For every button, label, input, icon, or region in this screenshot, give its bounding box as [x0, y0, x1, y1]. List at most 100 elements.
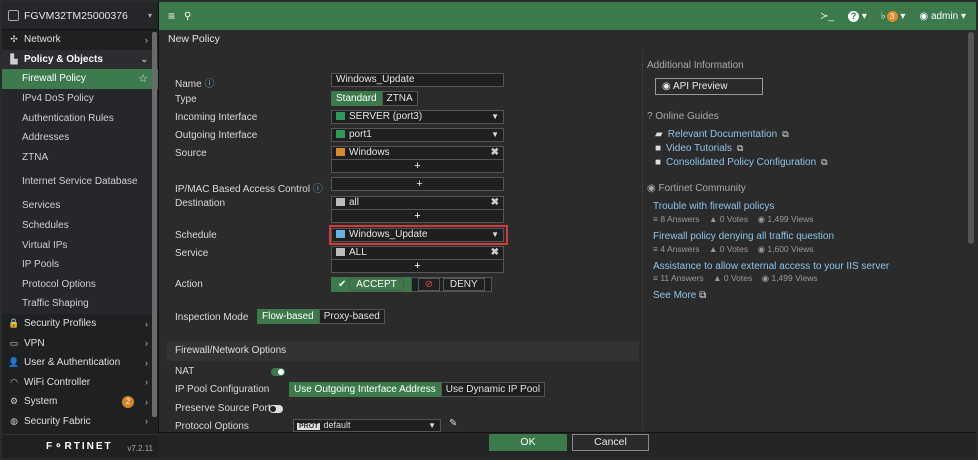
source-add-button[interactable]: +: [331, 160, 504, 173]
community-question[interactable]: Firewall policy denying all traffic ques…: [653, 231, 834, 242]
incoming-interface-select[interactable]: SERVER (port3) ▼: [331, 110, 504, 124]
fortinet-logo: F⚬RTINET v7.2.11: [2, 434, 159, 458]
book-icon: ▰: [655, 129, 663, 140]
sidebar-item[interactable]: ◠ WiFi Controller ›: [2, 373, 158, 393]
ipmac-add-button[interactable]: +: [331, 177, 504, 191]
sidebar-item[interactable]: Traffic Shaping: [2, 294, 158, 314]
source-field[interactable]: Windows ✖: [331, 146, 504, 160]
name-input[interactable]: Windows_Update: [331, 73, 504, 87]
page-title: New Policy: [168, 33, 220, 45]
sidebar-item[interactable]: ◍ Security Fabric ›: [2, 412, 158, 432]
outgoing-interface-select[interactable]: port1 ▼: [331, 128, 504, 142]
action-label: Action: [175, 279, 203, 290]
sidebar-item-label: VPN: [24, 337, 45, 349]
sidebar-item[interactable]: Schedules: [2, 215, 158, 236]
notifications-button[interactable]: ♭ 3 ▾: [881, 10, 905, 22]
sidebar-item[interactable]: Protocol Options: [2, 274, 158, 295]
service-add-button[interactable]: +: [331, 260, 504, 273]
destination-field[interactable]: all ✖: [331, 196, 504, 210]
device-icon: [8, 10, 19, 21]
community-heading: ◉ Fortinet Community: [647, 183, 746, 194]
chevron-icon: ›: [145, 318, 148, 329]
sidebar-item[interactable]: 👤 User & Authentication ›: [2, 353, 158, 373]
user-menu[interactable]: ◉ admin ▾: [919, 11, 966, 22]
sidebar-item-label: Schedules: [22, 220, 69, 232]
chevron-down-icon[interactable]: ▾: [148, 11, 152, 20]
ip-pool-outgoing[interactable]: Use Outgoing Interface Address: [289, 382, 441, 397]
sidebar-item-label: Security Profiles: [24, 318, 97, 330]
deny-icon: ⊘: [417, 278, 441, 291]
inspection-mode-toggle: Flow-based Proxy-based: [257, 309, 385, 324]
sidebar-item-label: IP Pools: [22, 259, 60, 271]
sidebar-nav: ✣ Network › ▙ Policy & Objects ⌄ Firewall Poli…: [2, 30, 158, 431]
cli-icon[interactable]: ≻_: [820, 11, 834, 22]
ok-button[interactable]: OK: [489, 434, 567, 451]
version-label: v7.2.11: [127, 444, 153, 453]
action-accept[interactable]: ✔ ACCEPT: [331, 277, 411, 292]
schedule-label: Schedule: [175, 230, 217, 241]
type-ztna[interactable]: ZTNA: [381, 91, 418, 106]
sidebar-item-label: WiFi Controller: [24, 376, 91, 388]
protocol-options-select[interactable]: PROT default ▼: [293, 419, 441, 432]
ip-pool-dynamic[interactable]: Use Dynamic IP Pool: [440, 382, 546, 397]
preserve-source-port-toggle[interactable]: [269, 405, 283, 413]
scrollbar-thumb[interactable]: [152, 32, 157, 417]
type-standard[interactable]: Standard: [331, 91, 382, 106]
sidebar-item[interactable]: Internet Service Database: [2, 167, 158, 197]
address-group-icon: [336, 148, 345, 156]
sidebar-item[interactable]: Firewall Policy ☆: [2, 69, 158, 89]
sidebar-item[interactable]: 🔒 Security Profiles ›: [2, 314, 158, 334]
sidebar-item[interactable]: Addresses: [2, 127, 158, 148]
favorite-star-icon[interactable]: ☆: [138, 72, 148, 85]
top-bar: ≡ ⚲ ≻_ ? ▾ ♭ 3 ▾ ◉ admin ▾: [159, 2, 976, 30]
sidebar-item[interactable]: ZTNA: [2, 147, 158, 168]
external-link-icon: ⧉: [821, 157, 828, 167]
fabric-icon: ◍: [10, 415, 18, 426]
guide-link-consolidated[interactable]: ■ Consolidated Policy Configuration ⧉: [655, 157, 828, 168]
nat-toggle[interactable]: [271, 368, 285, 376]
sidebar-item[interactable]: ▙ Policy & Objects ⌄: [2, 49, 158, 70]
chevron-icon: ›: [145, 34, 148, 45]
guide-link-video[interactable]: ■ Video Tutorials ⧉: [655, 143, 743, 154]
edit-icon[interactable]: ✎: [449, 418, 457, 429]
service-field[interactable]: ALL ✖: [331, 246, 504, 260]
ipmac-label: IP/MAC Based Access Control ⓘ: [175, 184, 323, 195]
inspection-proxy-based[interactable]: Proxy-based: [318, 309, 385, 324]
sidebar-item-label: User & Authentication: [24, 357, 121, 369]
sidebar-item-label: ZTNA: [22, 151, 49, 163]
right-scrollbar[interactable]: [968, 32, 974, 244]
search-icon[interactable]: ⚲: [184, 11, 191, 22]
inspection-flow-based[interactable]: Flow-based: [257, 309, 319, 324]
sidebar-item[interactable]: IPv4 DoS Policy: [2, 88, 158, 109]
section-header: Firewall/Network Options: [167, 341, 639, 361]
device-selector[interactable]: FGVM32TM25000376 ▾: [2, 2, 158, 30]
sidebar-scrollbar[interactable]: [152, 32, 157, 417]
address-icon: [336, 198, 345, 206]
action-deny[interactable]: ⊘ DENY: [410, 277, 492, 292]
sidebar-item-label: Internet Service Database: [22, 175, 138, 187]
help-button[interactable]: ? ▾: [848, 10, 867, 22]
question-meta: ≡ 8 Answers ▲ 0 Votes ◉ 1,499 Views: [653, 214, 814, 224]
sidebar-item-label: Firewall Policy: [22, 73, 86, 85]
user-name: admin: [930, 10, 959, 22]
sidebar-item[interactable]: Authentication Rules: [2, 108, 158, 128]
api-preview-button[interactable]: ◉ API Preview: [655, 78, 763, 95]
sidebar-item[interactable]: ✣ Network ›: [2, 30, 158, 50]
community-question[interactable]: Trouble with firewall policys: [653, 201, 774, 212]
sidebar-item[interactable]: IP Pools: [2, 254, 158, 275]
community-question[interactable]: Assistance to allow external access to y…: [653, 261, 889, 272]
destination-add-button[interactable]: +: [331, 210, 504, 223]
see-more-link[interactable]: See More ⧉: [653, 290, 706, 301]
chevron-icon: ›: [145, 416, 148, 427]
menu-icon[interactable]: ≡: [168, 9, 175, 23]
sidebar-item[interactable]: Virtual IPs: [2, 235, 158, 255]
cancel-button[interactable]: Cancel: [572, 434, 649, 451]
sidebar-item[interactable]: ▭ VPN ›: [2, 333, 158, 353]
sidebar-item-label: Traffic Shaping: [22, 298, 89, 310]
guide-link-documentation[interactable]: ▰ Relevant Documentation ⧉: [655, 129, 789, 140]
sidebar-item[interactable]: ⚙ System 2 ›: [2, 392, 158, 412]
info-icon: ⓘ: [312, 184, 323, 195]
service-icon: [336, 248, 345, 256]
sidebar-item[interactable]: Services: [2, 196, 158, 216]
chevron-icon: ›: [145, 396, 148, 407]
